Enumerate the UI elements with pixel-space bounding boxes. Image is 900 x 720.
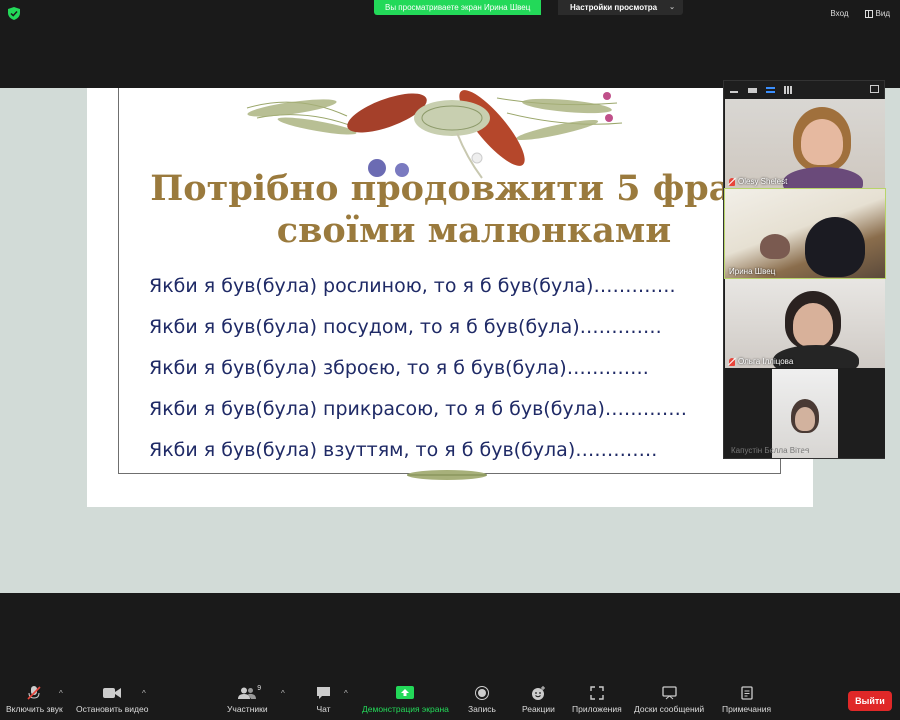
unmute-button[interactable]: Включить звук bbox=[6, 682, 63, 720]
participant-tile[interactable]: Капустін Бєлла Вітая ⌄ bbox=[725, 369, 885, 458]
view-label: Вид bbox=[875, 9, 890, 18]
notes-icon bbox=[740, 682, 753, 704]
mic-muted-icon bbox=[26, 682, 42, 704]
participant-video-image bbox=[805, 217, 865, 277]
share-screen-label: Демонстрация экрана bbox=[362, 704, 449, 714]
stop-video-button[interactable]: Остановить видео bbox=[76, 682, 148, 720]
phrase-item: Якби я був(була) рослиною, то я б був(бу… bbox=[149, 275, 676, 297]
slide-title-line-2: своїми малюнками bbox=[276, 210, 672, 251]
participants-icon: 9 bbox=[238, 682, 261, 704]
phrase-item: Якби я був(була) зброєю, то я б був(була… bbox=[149, 357, 649, 379]
slide-title-line-1: Потрібно продовжити 5 фраз bbox=[150, 168, 754, 209]
stop-video-label: Остановить видео bbox=[76, 704, 149, 714]
view-settings-button[interactable]: Настройки просмотра ⌄ bbox=[558, 0, 684, 15]
security-shield-icon[interactable] bbox=[8, 7, 20, 20]
notes-button[interactable]: Примечания bbox=[722, 682, 771, 720]
participant-tile-active-speaker[interactable]: Ирина Швец bbox=[724, 188, 886, 279]
participant-name-label: Ирина Швец bbox=[729, 267, 775, 276]
apps-label: Приложения bbox=[572, 704, 622, 714]
participants-button[interactable]: 9 Участники bbox=[227, 682, 268, 720]
strip-view-icon[interactable] bbox=[766, 86, 775, 93]
record-label: Запись bbox=[468, 704, 496, 714]
chat-bubble-icon bbox=[316, 682, 331, 704]
student-figure bbox=[760, 234, 790, 259]
chat-options-caret[interactable]: ^ bbox=[344, 689, 348, 698]
participant-tile[interactable]: Olesy Shelest bbox=[725, 99, 885, 188]
apps-button[interactable]: Приложения bbox=[572, 682, 622, 720]
top-bar: Вы просматриваете экран Ирина Швец Настр… bbox=[0, 0, 900, 88]
phrase-list: Якби я був(була) рослиною, то я б був(бу… bbox=[149, 266, 687, 471]
participant-tile[interactable]: Ольга Ілліцова bbox=[725, 279, 885, 368]
mic-muted-icon bbox=[729, 177, 735, 186]
presentation-slide: Потрібно продовжити 5 фраз своїми малюнк… bbox=[87, 88, 813, 507]
reactions-label: Реакции bbox=[522, 704, 555, 714]
slide-title: Потрібно продовжити 5 фраз своїми малюнк… bbox=[87, 168, 813, 252]
reactions-button[interactable]: Реакции bbox=[522, 682, 555, 720]
view-settings-label: Настройки просмотра bbox=[570, 3, 658, 12]
participant-face bbox=[793, 303, 833, 347]
whiteboard-icon bbox=[661, 682, 677, 704]
pop-out-icon[interactable] bbox=[870, 85, 879, 93]
participant-name: Ольга Ілліцова bbox=[738, 357, 794, 366]
notes-label: Примечания bbox=[722, 704, 772, 714]
sign-in-label: Вход bbox=[830, 9, 849, 18]
record-icon bbox=[474, 682, 489, 704]
participants-count: 9 bbox=[257, 685, 262, 692]
leaf-divider-image bbox=[407, 470, 487, 480]
phrase-item: Якби я був(була) прикрасою, то я б був(б… bbox=[149, 398, 687, 420]
participant-name-label: Ольга Ілліцова bbox=[729, 357, 793, 366]
meeting-controls-toolbar: Включить звук ^ Остановить видео ^ 9 Уча… bbox=[0, 682, 900, 720]
record-button[interactable]: Запись bbox=[468, 682, 496, 720]
view-button[interactable]: Вид bbox=[864, 9, 890, 18]
sign-in-button[interactable]: Вход bbox=[830, 9, 848, 18]
participant-face bbox=[795, 407, 815, 431]
video-camera-icon bbox=[103, 682, 122, 704]
gallery-toolbar bbox=[724, 81, 884, 98]
participant-name: Olesy Shelest bbox=[738, 177, 788, 186]
apps-icon bbox=[590, 682, 604, 704]
video-options-caret[interactable]: ^ bbox=[142, 689, 146, 698]
share-screen-icon bbox=[396, 682, 415, 704]
chat-button[interactable]: Чат bbox=[316, 682, 331, 720]
leave-meeting-button[interactable]: Выйти bbox=[848, 691, 892, 711]
active-speaker-icon[interactable] bbox=[748, 88, 757, 93]
participant-name: Ирина Швец bbox=[729, 267, 776, 276]
participants-label: Участники bbox=[227, 704, 268, 714]
chat-label: Чат bbox=[316, 704, 331, 714]
view-layout-icon bbox=[864, 9, 873, 18]
scroll-down-chevron-icon[interactable]: ⌄ bbox=[725, 445, 885, 456]
participant-face bbox=[801, 119, 843, 165]
gallery-grid-icon[interactable] bbox=[784, 85, 793, 94]
participant-name-label: Olesy Shelest bbox=[729, 177, 787, 186]
mic-muted-icon bbox=[729, 357, 735, 366]
whiteboards-button[interactable]: Доски сообщений bbox=[634, 682, 704, 720]
share-screen-button[interactable]: Демонстрация экрана bbox=[362, 682, 449, 720]
participants-options-caret[interactable]: ^ bbox=[281, 689, 285, 698]
video-gallery-panel: Olesy Shelest Ирина Швец Ольга Ілліцова … bbox=[723, 80, 886, 459]
chevron-down-icon: ⌄ bbox=[669, 4, 676, 11]
screen-share-banner: Вы просматриваете экран Ирина Швец bbox=[374, 0, 542, 15]
emoji-reaction-icon bbox=[531, 682, 546, 704]
audio-options-caret[interactable]: ^ bbox=[59, 689, 63, 698]
unmute-label: Включить звук bbox=[6, 704, 63, 714]
phrase-item: Якби я був(була) посудом, то я б був(бул… bbox=[149, 316, 662, 338]
whiteboards-label: Доски сообщений bbox=[634, 704, 705, 714]
minimize-icon[interactable] bbox=[730, 86, 739, 93]
